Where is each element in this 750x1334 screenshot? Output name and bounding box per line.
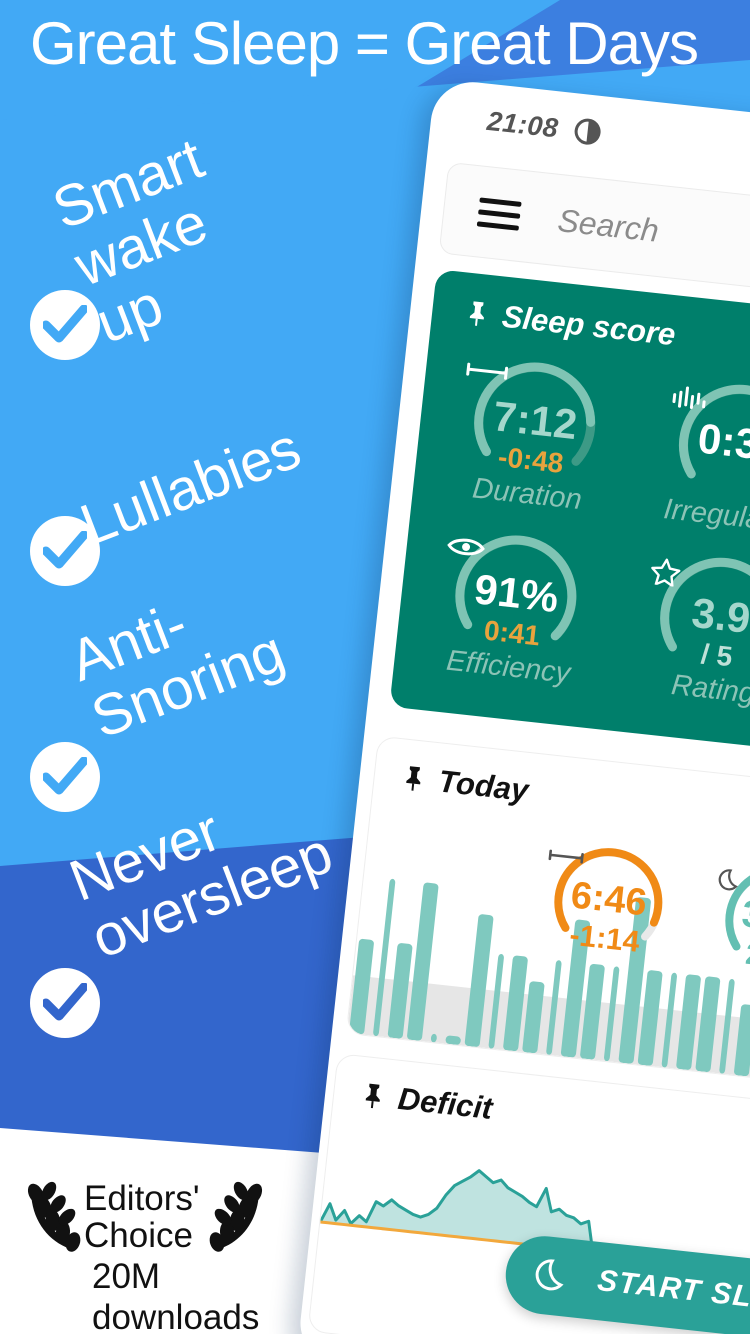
badge-line-1: Editors' [84, 1178, 200, 1218]
check-circle-icon [30, 968, 100, 1038]
status-clock: 21:08 [485, 105, 561, 143]
badge-line-4: downloads [92, 1297, 260, 1334]
pin-icon [406, 766, 421, 791]
moon-icon [535, 1259, 564, 1291]
laurel-wreath-icon [209, 1181, 262, 1252]
today-gauge-sub: 2:21 [743, 937, 750, 977]
badge-line-3: 20M [92, 1257, 161, 1296]
headline: Great Sleep = Great Days [30, 10, 699, 77]
sleep-score-card[interactable]: Sleep score 7:12 -0:48 Duration 0:38 Irr… [389, 269, 750, 761]
promo-screenshot: Great Sleep = Great Days Smart wake up L… [0, 0, 750, 1334]
gauge-irregularity[interactable]: 0:38 Irregularity [641, 358, 750, 540]
today-gauge-deep-sleep[interactable]: 35% 2:21 [696, 843, 750, 999]
laurel-wreath-icon [27, 1181, 81, 1252]
pin-icon [365, 1083, 380, 1109]
gauge-duration[interactable]: 7:12 -0:48 Duration [437, 335, 633, 516]
editors-choice-badge: Editors' Choice 20M downloads [22, 1178, 322, 1334]
badge-line-2: Choice [84, 1216, 193, 1255]
start-sleep-label: START SLEEP [595, 1264, 750, 1321]
gauge-rating[interactable]: 3.9 / 5 Rating [623, 531, 750, 710]
gauge-efficiency[interactable]: 91% 0:41 Efficiency [418, 508, 614, 690]
moon-phase-icon [572, 117, 602, 146]
sleep-score-gauges: 7:12 -0:48 Duration 0:38 Irregularity 91… [418, 335, 750, 718]
check-circle-icon [30, 742, 100, 812]
today-title: Today [436, 763, 531, 808]
hamburger-menu-icon[interactable] [476, 190, 522, 237]
search-input[interactable]: Search [556, 202, 661, 250]
today-card[interactable]: Today 6:46 -1:14 35% 2:21 [345, 735, 750, 1089]
today-gauge-duration[interactable]: 6:46 -1:14 [525, 825, 691, 981]
deficit-title: Deficit [396, 1080, 495, 1126]
pin-icon [469, 301, 484, 326]
